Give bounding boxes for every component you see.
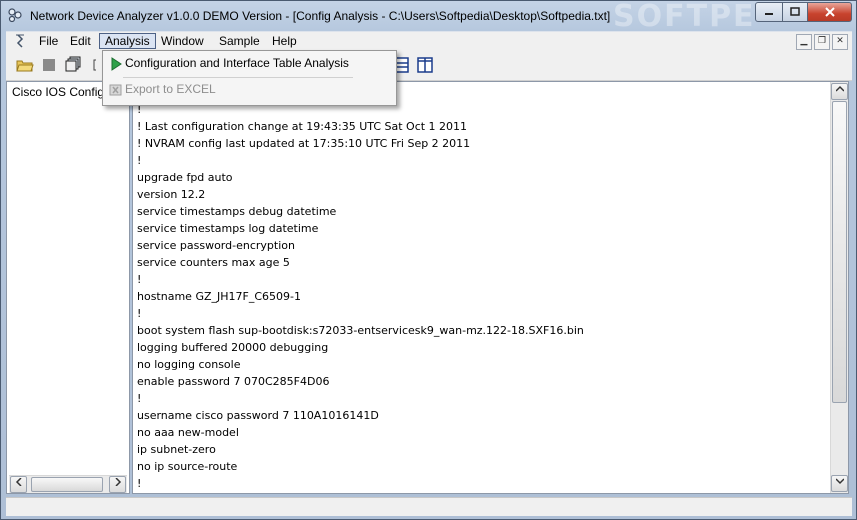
tree-panel: Cisco IOS Configu [6, 81, 130, 494]
vertical-scroll-thumb[interactable] [832, 101, 847, 403]
window-title: Network Device Analyzer v1.0.0 DEMO Vers… [30, 9, 611, 23]
config-vertical-scrollbar[interactable] [830, 82, 848, 493]
config-line: username cisco password 7 110A1016141D [137, 409, 379, 422]
watermark-logo: SOFTPE [613, 0, 756, 34]
config-line: logging buffered 20000 debugging [137, 341, 329, 354]
config-line: no logging console [137, 358, 241, 371]
menu-item-export-excel[interactable]: Export to EXCEL [105, 79, 392, 101]
stop-icon[interactable] [40, 56, 58, 74]
play-icon [111, 57, 122, 71]
scroll-down-button[interactable] [831, 475, 848, 492]
analysis-dropdown-menu: Configuration and Interface Table Analys… [102, 50, 397, 106]
menu-item-config-interface-analysis[interactable]: Configuration and Interface Table Analys… [105, 53, 392, 75]
menu-window[interactable]: Window [156, 33, 209, 49]
app-window: Network Device Analyzer v1.0.0 DEMO Vers… [0, 0, 857, 520]
config-line: service timestamps log datetime [137, 222, 319, 235]
mdi-restore-button[interactable]: ❐ [814, 34, 830, 50]
config-text-panel[interactable]: ! ! Last configuration change at 19:43:3… [132, 81, 849, 494]
menu-analysis[interactable]: Analysis [99, 33, 156, 49]
config-line: hostname GZ_JH17F_C6509-1 [137, 290, 301, 303]
config-line: ! Last configuration change at 19:43:35 … [137, 120, 468, 133]
chevron-left-icon [15, 477, 22, 487]
config-line: ! [137, 307, 142, 320]
document-icon[interactable] [12, 33, 28, 49]
config-line: service timestamps debug datetime [137, 205, 337, 218]
close-icon [824, 7, 835, 17]
horizontal-scroll-thumb[interactable] [31, 477, 103, 492]
mdi-close-button[interactable]: ✕ [832, 34, 848, 50]
minimize-button[interactable] [755, 2, 783, 22]
config-line: ! [137, 154, 142, 167]
menu-file[interactable]: File [34, 33, 63, 49]
close-button[interactable] [808, 2, 852, 22]
tree-item-cisco-ios-config[interactable]: Cisco IOS Configu [12, 85, 111, 99]
config-line: version 12.2 [137, 188, 206, 201]
menu-sample[interactable]: Sample [214, 33, 265, 49]
title-bar[interactable]: Network Device Analyzer v1.0.0 DEMO Vers… [1, 0, 856, 34]
config-line: ! [137, 273, 142, 286]
open-folder-icon[interactable] [16, 56, 34, 74]
scroll-up-button[interactable] [831, 83, 848, 100]
app-logo-icon [8, 8, 22, 23]
status-bar [6, 497, 852, 516]
chevron-up-icon [834, 85, 845, 92]
menu-item-label: Configuration and Interface Table Analys… [125, 56, 349, 70]
chevron-right-icon [114, 477, 121, 487]
config-line: no aaa new-model [137, 426, 239, 439]
config-line: ! [137, 392, 142, 405]
menu-help[interactable]: Help [267, 33, 302, 49]
config-line: service counters max age 5 [137, 256, 290, 269]
tree-horizontal-scrollbar[interactable] [9, 475, 127, 493]
scroll-right-button[interactable] [109, 476, 126, 493]
scroll-left-button[interactable] [10, 476, 27, 493]
maximize-icon [790, 7, 800, 16]
maximize-button[interactable] [783, 2, 808, 22]
chevron-down-icon [834, 478, 845, 485]
config-line: no ip source-route [137, 460, 238, 473]
cascade-windows-icon[interactable] [64, 56, 82, 74]
menu-separator [123, 77, 353, 78]
menu-bar: File Edit Analysis Window Sample Help ▁ … [6, 31, 852, 52]
config-line: boot system flash sup-bootdisk:s72033-en… [137, 324, 584, 337]
config-line: ! [137, 477, 142, 490]
tile-vertical-icon[interactable] [416, 56, 434, 74]
config-text[interactable]: ! ! Last configuration change at 19:43:3… [137, 82, 827, 492]
menu-item-label: Export to EXCEL [125, 82, 216, 96]
config-line: ip subnet-zero [137, 443, 216, 456]
minimize-icon [765, 13, 773, 15]
config-line: enable password 7 070C285F4D06 [137, 375, 330, 388]
mdi-minimize-button[interactable]: ▁ [796, 34, 812, 50]
menu-edit[interactable]: Edit [65, 33, 96, 49]
excel-icon [109, 84, 122, 96]
config-line: ! NVRAM config last updated at 17:35:10 … [137, 137, 471, 150]
config-line: upgrade fpd auto [137, 171, 233, 184]
config-line: service password-encryption [137, 239, 295, 252]
